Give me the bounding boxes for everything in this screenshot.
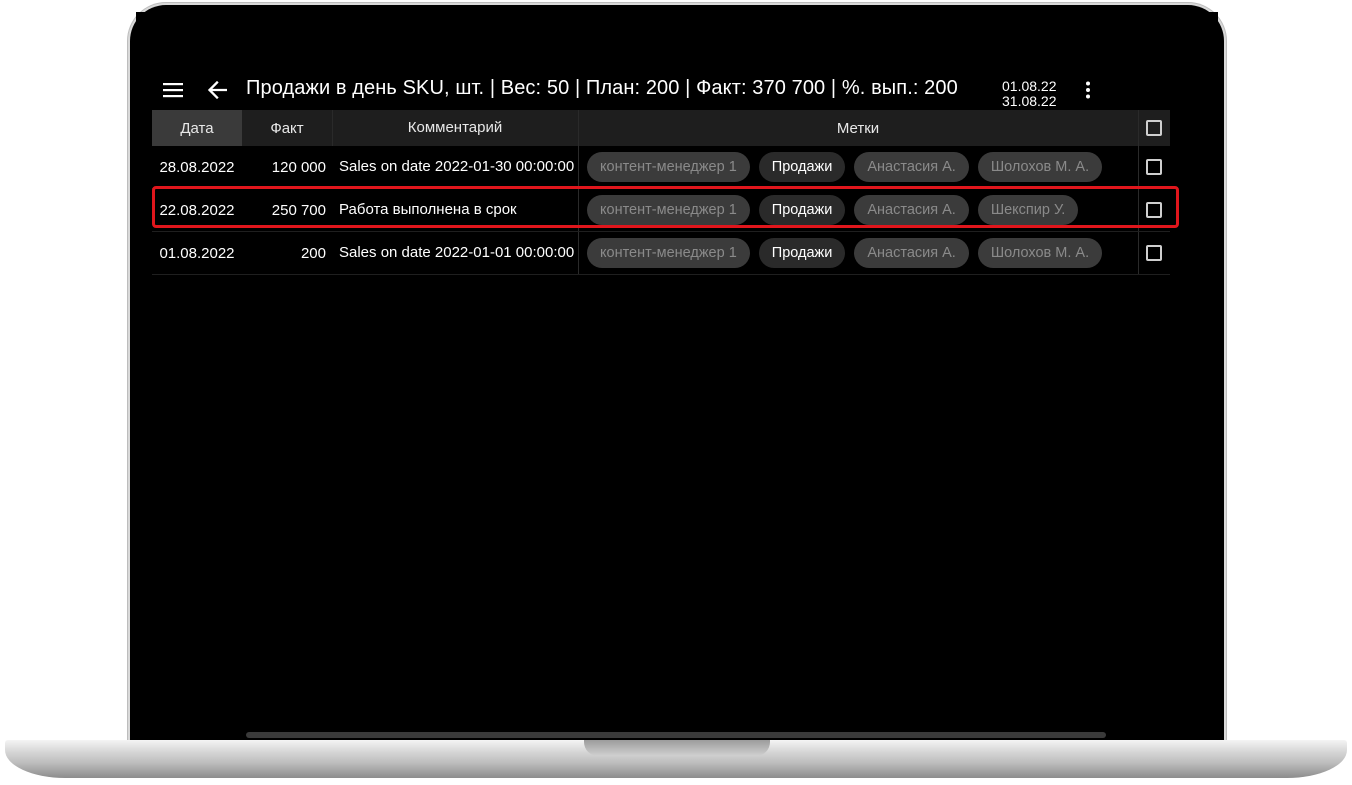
tag-chip[interactable]: Анастасия А.: [854, 238, 969, 268]
tag-chip[interactable]: Шолохов М. А.: [977, 152, 1103, 182]
page-title: Продажи в день SKU, шт. | Вес: 50 | План…: [246, 77, 958, 99]
column-header-tags[interactable]: Метки: [578, 110, 1138, 146]
cell-comment: Работа выполнена в срок: [339, 201, 517, 218]
screen: Продажи в день SKU, шт. | Вес: 50 | План…: [136, 12, 1218, 740]
date-to: 31.08.22: [1002, 93, 1057, 109]
date-from: 01.08.22: [1002, 78, 1057, 94]
column-header-fact[interactable]: Факт: [242, 110, 332, 146]
menu-icon[interactable]: [160, 74, 186, 106]
tag-chip[interactable]: контент-менеджер 1: [587, 152, 750, 182]
row-checkbox-icon[interactable]: [1146, 245, 1162, 261]
arrow-left-icon[interactable]: [202, 74, 232, 106]
row-select-cell: [1138, 189, 1170, 231]
laptop-base-notch: [584, 740, 770, 756]
column-divider: [1138, 146, 1139, 188]
cell-comment: Sales on date 2022-01-30 00:00:00: [339, 158, 575, 175]
more-vertical-icon[interactable]: [1076, 74, 1100, 106]
tag-chip[interactable]: контент-менеджер 1: [587, 238, 750, 268]
app-toolbar: Продажи в день SKU, шт. | Вес: 50 | План…: [136, 70, 1218, 110]
column-divider: [578, 189, 579, 231]
column-divider: [1138, 189, 1139, 231]
row-checkbox-icon[interactable]: [1146, 159, 1162, 175]
tag-chip[interactable]: Шекспир У.: [977, 195, 1079, 225]
cell-date: 01.08.2022: [159, 244, 235, 262]
table-row[interactable]: 01.08.2022 200 Sales on date 2022-01-01 …: [152, 232, 1170, 275]
column-header-comment[interactable]: Комментарий: [332, 110, 578, 146]
cell-tags: контент-менеджер 1 Продажи Анастасия А. …: [578, 189, 1138, 231]
cell-fact: 200: [300, 244, 326, 262]
column-divider: [332, 110, 333, 146]
tag-chip[interactable]: Шолохов М. А.: [977, 238, 1103, 268]
row-select-cell: [1138, 146, 1170, 188]
horizontal-scrollbar[interactable]: [246, 732, 1106, 738]
column-divider: [578, 110, 579, 146]
row-checkbox-icon[interactable]: [1146, 202, 1162, 218]
tag-chip[interactable]: Продажи: [758, 152, 846, 182]
table-row[interactable]: 28.08.2022 120 000 Sales on date 2022-01…: [152, 146, 1170, 189]
tag-chip[interactable]: контент-менеджер 1: [587, 195, 750, 225]
table-header: Дата Факт Комментарий Метки: [152, 110, 1170, 146]
cell-tags: контент-менеджер 1 Продажи Анастасия А. …: [578, 232, 1138, 274]
row-select-cell: [1138, 232, 1170, 274]
select-all-checkbox-icon[interactable]: [1146, 120, 1162, 136]
column-divider: [1138, 110, 1139, 146]
table-row[interactable]: 22.08.2022 250 700 Работа выполнена в ср…: [152, 189, 1170, 232]
column-divider: [578, 232, 579, 274]
tag-chip[interactable]: Анастасия А.: [854, 195, 969, 225]
column-divider: [578, 146, 579, 188]
cell-date: 22.08.2022: [159, 201, 235, 219]
cell-date: 28.08.2022: [159, 158, 235, 176]
date-range[interactable]: 01.08.22 31.08.22: [1002, 79, 1057, 109]
tag-chip[interactable]: Продажи: [758, 238, 846, 268]
cell-fact: 120 000: [271, 158, 326, 176]
select-all-cell: [1138, 110, 1170, 146]
tag-chip[interactable]: Анастасия А.: [854, 152, 969, 182]
cell-comment: Sales on date 2022-01-01 00:00:00: [339, 244, 575, 261]
cell-fact: 250 700: [271, 201, 326, 219]
column-divider: [1138, 232, 1139, 274]
tag-chip[interactable]: Продажи: [758, 195, 846, 225]
column-header-date[interactable]: Дата: [152, 110, 242, 146]
cell-tags: контент-менеджер 1 Продажи Анастасия А. …: [578, 146, 1138, 188]
